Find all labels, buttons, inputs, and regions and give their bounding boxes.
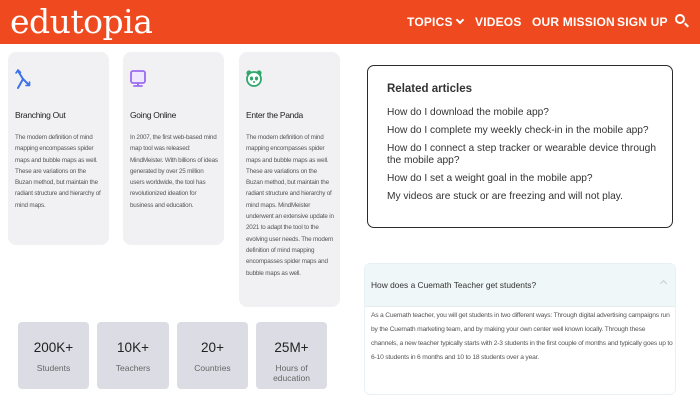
stat-label: Students [36, 363, 71, 373]
related-article-link[interactable]: How do I complete my weekly check-in in … [387, 125, 667, 137]
monitor-icon [129, 68, 147, 90]
faq-accordion: How does a Cuemath Teacher get students?… [364, 263, 676, 395]
site-header: edutopia TOPICS VIDEOS OUR MISSION SIGN … [0, 0, 700, 44]
related-articles-panel: Related articles How do I download the m… [367, 65, 673, 228]
stat-value: 200K+ [33, 340, 74, 355]
card-body: In 2007, the first web-based mind map to… [130, 134, 218, 209]
nav-sign-up[interactable]: SIGN UP [617, 0, 668, 44]
related-articles-title: Related articles [387, 83, 473, 95]
card-body: The modern definition of mind mapping en… [246, 134, 334, 277]
related-article-link[interactable]: How do I connect a step tracker or weara… [387, 143, 667, 167]
nav-topics[interactable]: TOPICS [407, 0, 464, 44]
feature-card-going-online: Going Online In 2007, the first web-base… [123, 52, 224, 245]
chevron-down-icon [455, 15, 464, 25]
card-title: Enter the Panda [246, 110, 303, 120]
feature-card-enter-the-panda: Enter the Panda The modern definition of… [239, 52, 340, 307]
stat-value: 10K+ [117, 340, 149, 355]
chevron-up-icon[interactable] [659, 279, 668, 288]
nav-our-mission[interactable]: OUR MISSION [532, 0, 615, 44]
related-article-link[interactable]: How do I download the mobile app? [387, 107, 667, 119]
edutopia-logo[interactable]: edutopia [10, 3, 153, 41]
faq-answer: As a Cuemath teacher, you will get stude… [371, 312, 673, 361]
related-article-link[interactable]: My videos are stuck or are freezing and … [387, 191, 667, 203]
stat-countries: 20+ Countries [177, 322, 248, 389]
stat-label: Teachers [115, 363, 151, 373]
stat-students: 200K+ Students [18, 322, 89, 389]
branch-arrows-icon [14, 68, 32, 90]
stat-teachers: 10K+ Teachers [97, 322, 169, 389]
stat-hours: 25M+ Hours of education [256, 322, 327, 389]
card-title: Going Online [130, 110, 177, 120]
stat-value: 25M+ [274, 340, 309, 355]
stat-label: Countries [194, 363, 231, 373]
search-icon[interactable] [675, 14, 689, 28]
stat-value: 20+ [201, 340, 224, 355]
faq-question-header[interactable]: How does a Cuemath Teacher get students? [365, 264, 675, 307]
card-body: The modern definition of mind mapping en… [15, 134, 101, 209]
card-title: Branching Out [15, 110, 66, 120]
nav-videos[interactable]: VIDEOS [475, 0, 522, 44]
stat-label: Hours of education [273, 363, 310, 383]
feature-card-branching-out: Branching Out The modern definition of m… [8, 52, 109, 245]
related-article-link[interactable]: How do I set a weight goal in the mobile… [387, 173, 667, 185]
panda-icon [245, 68, 263, 90]
faq-question: How does a Cuemath Teacher get students? [371, 280, 537, 290]
related-articles-list: How do I download the mobile app? How do… [387, 107, 667, 209]
nav-topics-label: TOPICS [407, 15, 453, 29]
